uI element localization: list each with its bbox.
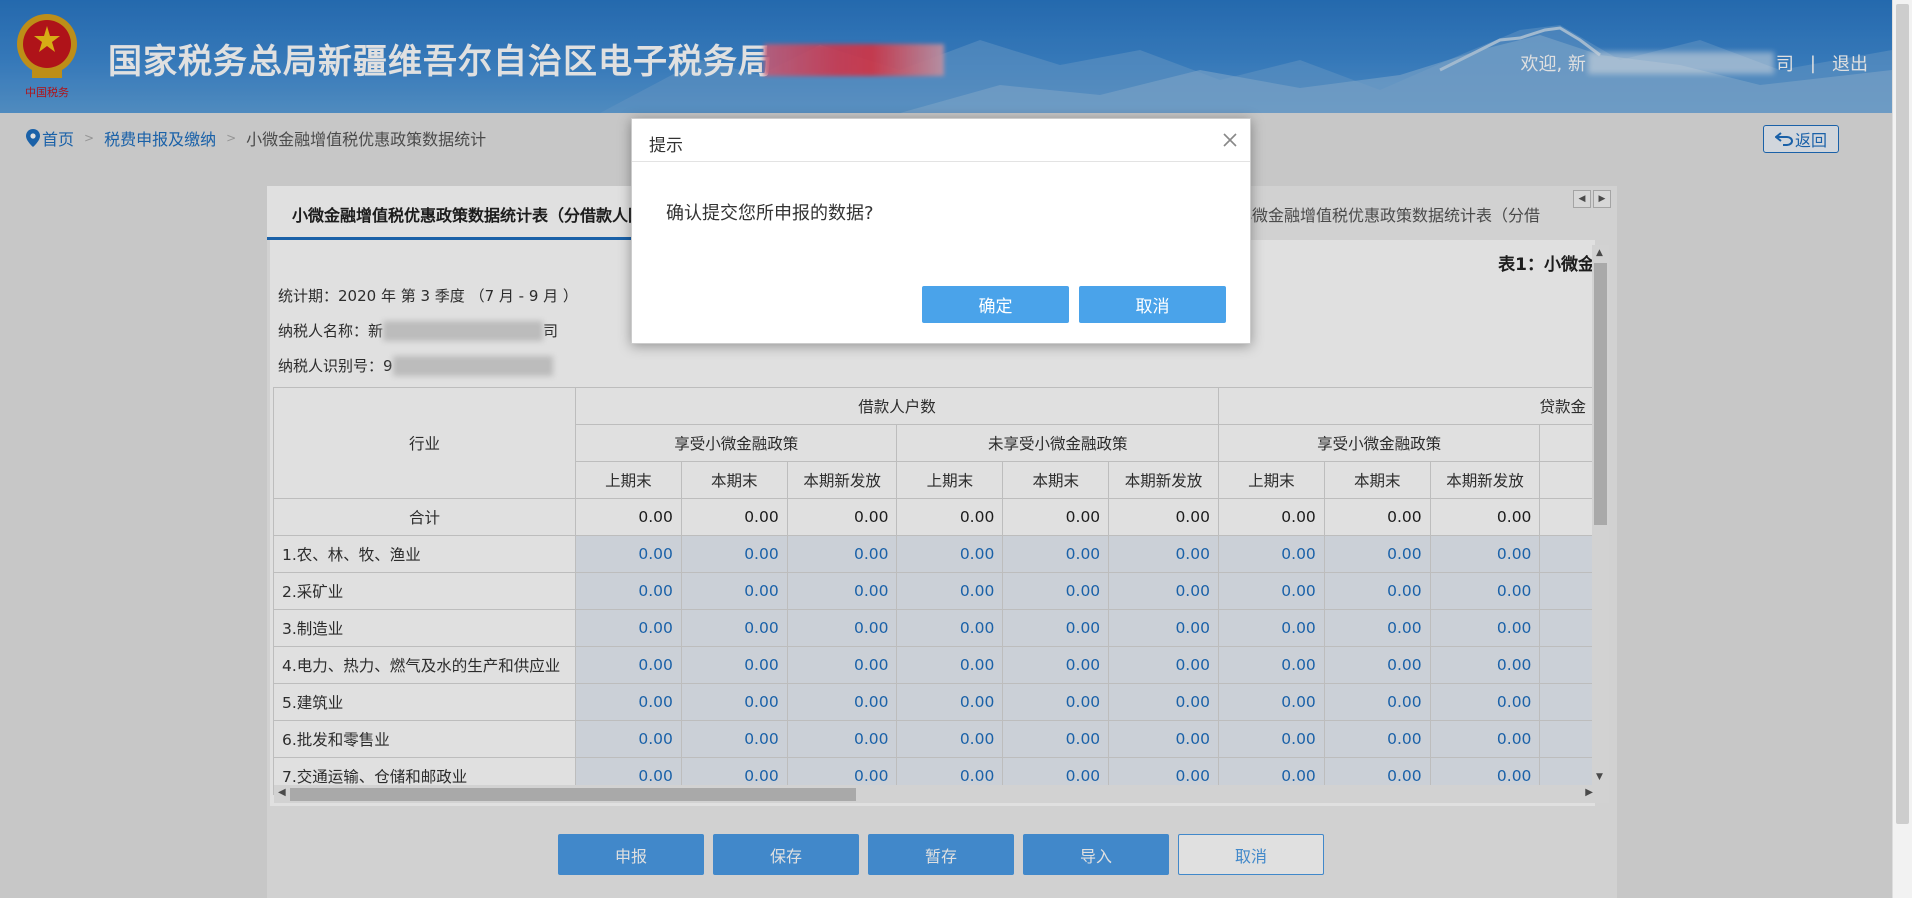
dialog-title: 提示 — [649, 136, 683, 156]
dialog-confirm-button[interactable]: 确定 — [922, 286, 1069, 323]
confirm-dialog: 提示 确认提交您所申报的数据? 确定 取消 — [631, 118, 1251, 344]
close-icon[interactable] — [1220, 130, 1240, 150]
page-scroll-thumb[interactable] — [1896, 4, 1909, 824]
dialog-cancel-button[interactable]: 取消 — [1079, 286, 1226, 323]
dialog-message: 确认提交您所申报的数据? — [666, 203, 874, 224]
dialog-title-bar: 提示 — [632, 119, 1250, 162]
page-scrollbar[interactable] — [1892, 0, 1912, 898]
